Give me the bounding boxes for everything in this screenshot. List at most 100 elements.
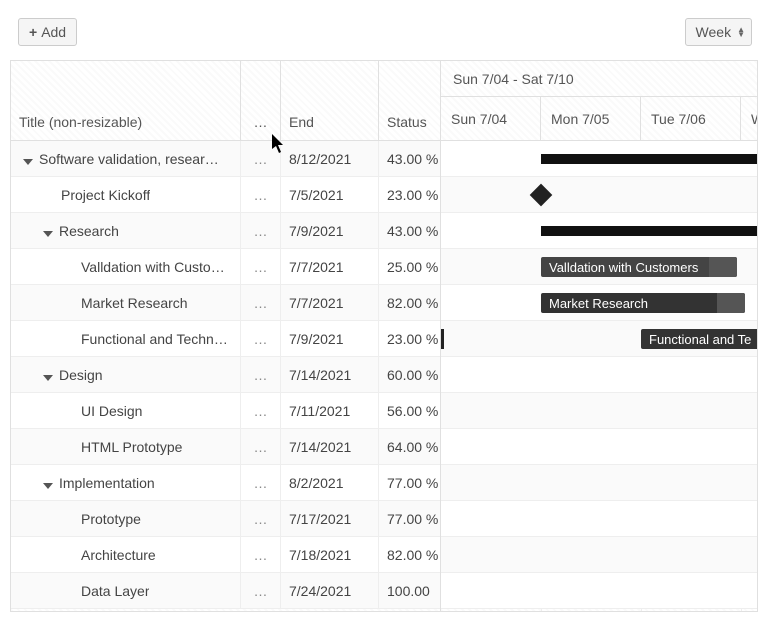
chart-row[interactable] [441, 357, 757, 393]
add-button[interactable]: + Add [18, 18, 77, 46]
title-cell[interactable]: Valldation with Custo… [11, 249, 241, 284]
row-menu-button[interactable]: … [241, 501, 281, 536]
chart-row[interactable] [441, 573, 757, 609]
row-menu-button[interactable]: … [241, 213, 281, 248]
status-cell[interactable]: 60.00 % [379, 357, 440, 392]
header-status[interactable]: Status [379, 61, 441, 140]
milestone-icon[interactable] [530, 184, 553, 207]
summary-bar[interactable] [541, 226, 757, 236]
chart-row[interactable]: Market Research [441, 285, 757, 321]
end-cell[interactable]: 7/9/2021 [281, 213, 379, 248]
table-row[interactable]: Data Layer…7/24/2021100.00 [11, 573, 440, 609]
chart-row[interactable] [441, 501, 757, 537]
row-menu-button[interactable]: … [241, 573, 281, 608]
end-cell[interactable]: 8/2/2021 [281, 465, 379, 500]
table-row[interactable]: Market Research…7/7/202182.00 % [11, 285, 440, 321]
status-cell[interactable]: 77.00 % [379, 465, 440, 500]
table-row[interactable]: Research…7/9/202143.00 % [11, 213, 440, 249]
task-bar[interactable]: Valldation with Customers [541, 257, 737, 277]
title-cell[interactable]: Market Research [11, 285, 241, 320]
chart-row[interactable] [441, 465, 757, 501]
end-cell[interactable]: 7/7/2021 [281, 285, 379, 320]
toolbar: + Add Week ▲▼ [10, 10, 760, 60]
row-menu-button[interactable]: … [241, 393, 281, 428]
end-cell[interactable]: 7/11/2021 [281, 393, 379, 428]
title-cell[interactable]: Data Layer [11, 573, 241, 608]
caret-down-icon[interactable] [43, 375, 53, 381]
day-col[interactable]: Mon 7/05 [541, 97, 641, 140]
row-menu-button[interactable]: … [241, 249, 281, 284]
table-row[interactable]: Functional and Techn……7/9/202123.00 % [11, 321, 440, 357]
title-cell[interactable]: Design [11, 357, 241, 392]
end-cell[interactable]: 7/14/2021 [281, 429, 379, 464]
task-bar[interactable]: Functional and Te [641, 329, 757, 349]
end-cell[interactable]: 7/14/2021 [281, 357, 379, 392]
chart-row[interactable] [441, 537, 757, 573]
caret-down-icon[interactable] [23, 159, 33, 165]
chart-row[interactable] [441, 177, 757, 213]
title-cell[interactable]: Prototype [11, 501, 241, 536]
view-select[interactable]: Week ▲▼ [685, 18, 752, 46]
end-cell[interactable]: 8/12/2021 [281, 141, 379, 176]
status-cell[interactable]: 43.00 % [379, 141, 440, 176]
status-cell[interactable]: 64.00 % [379, 429, 440, 464]
chart-row[interactable] [441, 429, 757, 465]
title-cell[interactable]: HTML Prototype [11, 429, 241, 464]
table-row[interactable]: Implementation…8/2/202177.00 % [11, 465, 440, 501]
title-cell[interactable]: Architecture [11, 537, 241, 572]
status-cell[interactable]: 100.00 [379, 573, 440, 608]
caret-down-icon[interactable] [43, 483, 53, 489]
table-row[interactable]: Valldation with Custo……7/7/202125.00 % [11, 249, 440, 285]
table-row[interactable]: Design…7/14/202160.00 % [11, 357, 440, 393]
day-col[interactable]: Sun 7/04 [441, 97, 541, 140]
table-row[interactable]: Prototype…7/17/202177.00 % [11, 501, 440, 537]
chart-body[interactable]: Valldation with Customers Market Researc… [441, 141, 757, 611]
table-row[interactable]: HTML Prototype…7/14/202164.00 % [11, 429, 440, 465]
end-cell[interactable]: 7/17/2021 [281, 501, 379, 536]
chart-row[interactable] [441, 141, 757, 177]
summary-bar[interactable] [541, 154, 757, 164]
title-cell[interactable]: Functional and Techn… [11, 321, 241, 356]
row-menu-button[interactable]: … [241, 357, 281, 392]
title-cell[interactable]: UI Design [11, 393, 241, 428]
row-menu-button[interactable]: … [241, 321, 281, 356]
status-cell[interactable]: 23.00 % [379, 177, 440, 212]
title-cell[interactable]: Software validation, resear… [11, 141, 241, 176]
chart-row[interactable] [441, 213, 757, 249]
chart-row[interactable]: Functional and Te [441, 321, 757, 357]
end-cell[interactable]: 7/18/2021 [281, 537, 379, 572]
end-cell[interactable]: 7/5/2021 [281, 177, 379, 212]
status-cell[interactable]: 56.00 % [379, 393, 440, 428]
header-title[interactable]: Title (non-resizable) [11, 61, 241, 140]
caret-down-icon[interactable] [43, 231, 53, 237]
table-row[interactable]: Software validation, resear……8/12/202143… [11, 141, 440, 177]
row-menu-button[interactable]: … [241, 285, 281, 320]
end-cell[interactable]: 7/24/2021 [281, 573, 379, 608]
status-cell[interactable]: 82.00 % [379, 285, 440, 320]
row-menu-button[interactable]: … [241, 141, 281, 176]
row-menu-button[interactable]: … [241, 429, 281, 464]
task-bar[interactable]: Market Research [541, 293, 745, 313]
table-row[interactable]: UI Design…7/11/202156.00 % [11, 393, 440, 429]
header-end[interactable]: End [281, 61, 379, 140]
title-cell[interactable]: Research [11, 213, 241, 248]
status-cell[interactable]: 82.00 % [379, 537, 440, 572]
title-cell[interactable]: Project Kickoff [11, 177, 241, 212]
row-menu-button[interactable]: … [241, 177, 281, 212]
end-cell[interactable]: 7/7/2021 [281, 249, 379, 284]
table-row[interactable]: Architecture…7/18/202182.00 % [11, 537, 440, 573]
chart-row[interactable]: Valldation with Customers [441, 249, 757, 285]
title-cell[interactable]: Implementation [11, 465, 241, 500]
row-menu-button[interactable]: … [241, 537, 281, 572]
header-ellipsis[interactable]: … [241, 61, 281, 140]
status-cell[interactable]: 43.00 % [379, 213, 440, 248]
end-cell[interactable]: 7/9/2021 [281, 321, 379, 356]
day-col[interactable]: W [741, 97, 757, 140]
chart-row[interactable] [441, 393, 757, 429]
day-col[interactable]: Tue 7/06 [641, 97, 741, 140]
status-cell[interactable]: 25.00 % [379, 249, 440, 284]
row-menu-button[interactable]: … [241, 465, 281, 500]
status-cell[interactable]: 77.00 % [379, 501, 440, 536]
status-cell[interactable]: 23.00 % [379, 321, 440, 356]
table-row[interactable]: Project Kickoff…7/5/202123.00 % [11, 177, 440, 213]
